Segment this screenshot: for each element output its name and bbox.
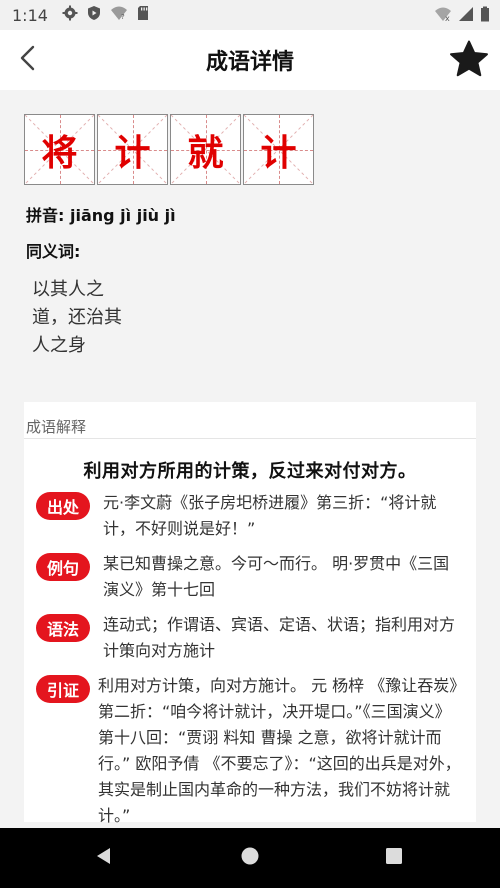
explanation-item-example: 例句 某已知曹操之意。今可～而行。 明·罗贯中《三国演义》第十七回 (36, 551, 464, 603)
synonym-value: 以其人之道，还治其人之身 (32, 279, 122, 356)
citation-text: 利用对方计策，向对方施计。 元 杨梓 《豫让吞炭》第二折：“咱今将计就计，决开堤… (98, 676, 461, 825)
recents-square-icon (384, 846, 404, 870)
wifi-x-icon: x (434, 6, 452, 26)
explanation-item-grammar: 语法 连动式；作谓语、宾语、定语、状语；指利用对方计策向对方施计 (36, 612, 464, 664)
explanation-header: 成语解释 (24, 402, 476, 439)
definition-text: 利用对方所用的计策，反过来对付对方。 (83, 461, 417, 482)
sd-card-icon (136, 5, 150, 25)
explanation-item-citation: 引证 利用对方计策，向对方施计。 元 杨梓 《豫让吞炭》第二折：“咱今将计就计，… (36, 673, 464, 829)
star-icon (449, 40, 489, 82)
back-triangle-icon (94, 846, 114, 870)
status-icons-right: x (434, 6, 490, 26)
battery-icon (480, 6, 490, 26)
char-cell: 将 (24, 114, 95, 185)
system-nav-bar (0, 828, 500, 888)
svg-text:x: x (445, 14, 450, 22)
idiom-characters: 将 计 就 计 (24, 114, 316, 185)
example-text: 某已知曹操之意。今可～而行。 明·罗贯中《三国演义》第十七回 (103, 554, 450, 599)
idiom-char: 计 (114, 132, 151, 174)
pinyin-row: 拼音: jiāng jì jiù jì (26, 202, 176, 226)
favorite-button[interactable] (448, 40, 490, 82)
nav-back-button[interactable] (92, 846, 116, 870)
idiom-char: 就 (187, 132, 224, 174)
signal-icon (458, 6, 474, 26)
char-cell: 就 (170, 114, 241, 185)
explanation-item-source: 出处 元·李文蔚《张子房圯桥进履》第三折：“将计就计，不好则说是好！” (36, 490, 464, 542)
status-bar: 1:14 ? x (0, 0, 500, 30)
back-button[interactable] (10, 42, 46, 78)
chevron-left-icon (18, 45, 38, 75)
content-area: 将 计 就 计 拼音: jiāng jì jiù jì 同义词: 以其人之道，还… (0, 90, 500, 828)
home-circle-icon (240, 846, 260, 870)
char-cell: 计 (243, 114, 314, 185)
nav-recents-button[interactable] (382, 846, 406, 870)
explanation-card: 成语解释 利用对方所用的计策，反过来对付对方。 出处 元·李文蔚《张子房圯桥进履… (24, 402, 476, 825)
pinyin-value: jiāng jì jiù jì (69, 206, 176, 225)
idiom-char: 计 (260, 132, 297, 174)
nav-home-button[interactable] (238, 846, 262, 870)
svg-text:?: ? (121, 13, 125, 21)
page-title: 成语详情 (205, 50, 294, 75)
gear-icon (62, 5, 78, 25)
status-time: 1:14 (12, 5, 48, 25)
app-bar: 成语详情 (0, 30, 500, 90)
grammar-text: 连动式；作谓语、宾语、定语、状语；指利用对方计策向对方施计 (103, 615, 456, 660)
source-text: 元·李文蔚《张子房圯桥进履》第三折：“将计就计，不好则说是好！” (103, 493, 437, 538)
badge-citation: 引证 (36, 675, 90, 703)
status-icons-left: ? (62, 5, 150, 25)
idiom-char: 将 (41, 132, 78, 174)
badge-grammar: 语法 (36, 614, 90, 642)
char-cell: 计 (97, 114, 168, 185)
pinyin-label: 拼音: (26, 206, 65, 225)
shield-icon (86, 5, 102, 25)
wifi-question-icon: ? (110, 5, 128, 25)
badge-example: 例句 (36, 553, 90, 581)
synonym-label: 同义词: (26, 242, 81, 261)
badge-source: 出处 (36, 492, 90, 520)
